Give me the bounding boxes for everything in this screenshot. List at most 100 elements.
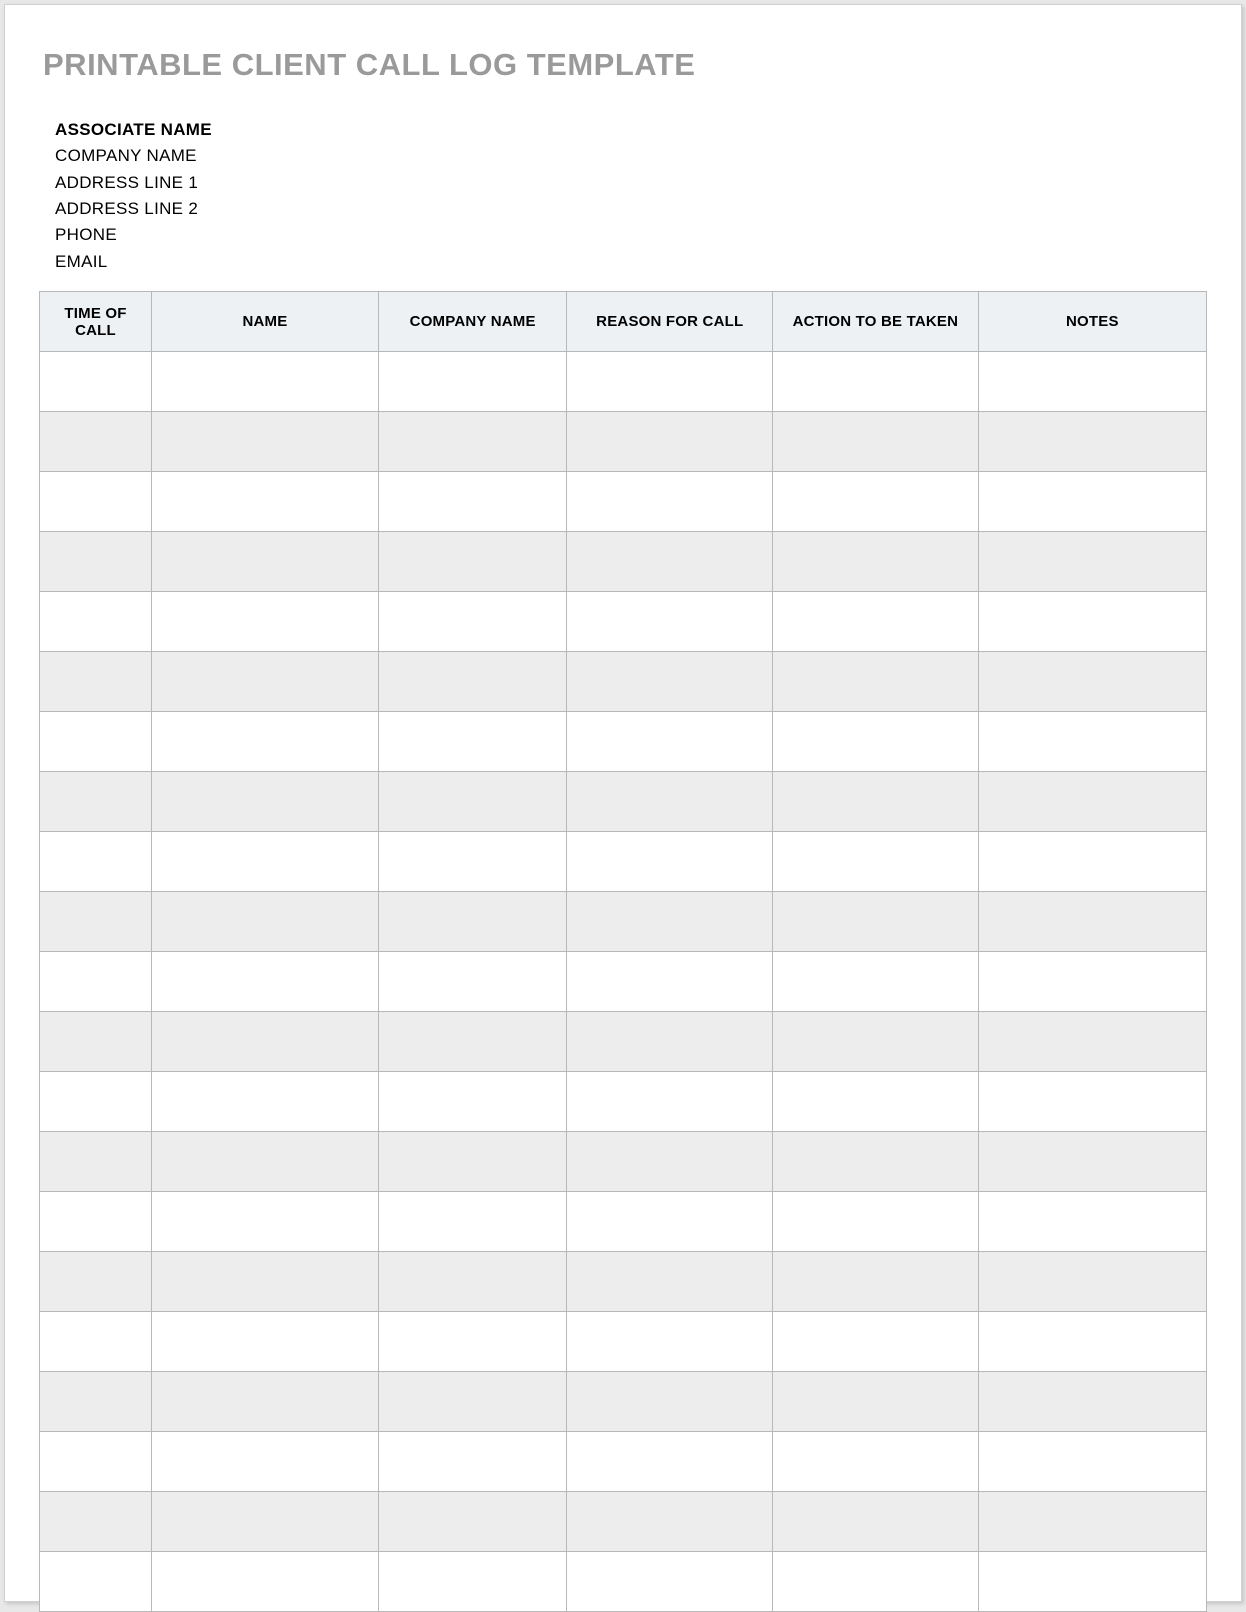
- table-row: [40, 1012, 1207, 1072]
- table-cell: [773, 1252, 979, 1312]
- table-cell: [152, 1552, 379, 1612]
- table-row: [40, 592, 1207, 652]
- table-header-row: TIME OF CALL NAME COMPANY NAME REASON FO…: [40, 292, 1207, 352]
- table-cell: [40, 1492, 152, 1552]
- table-cell: [152, 772, 379, 832]
- table-cell: [978, 1372, 1206, 1432]
- table-cell: [40, 892, 152, 952]
- table-row: [40, 1432, 1207, 1492]
- table-cell: [567, 1552, 773, 1612]
- table-cell: [567, 952, 773, 1012]
- table-cell: [152, 892, 379, 952]
- table-cell: [978, 1072, 1206, 1132]
- table-row: [40, 1132, 1207, 1192]
- phone-label: PHONE: [55, 222, 1207, 248]
- info-block: ASSOCIATE NAME COMPANY NAME ADDRESS LINE…: [55, 117, 1207, 275]
- table-cell: [773, 1312, 979, 1372]
- table-cell: [773, 892, 979, 952]
- table-row: [40, 1072, 1207, 1132]
- table-cell: [773, 472, 979, 532]
- table-cell: [567, 472, 773, 532]
- table-cell: [40, 532, 152, 592]
- table-row: [40, 1252, 1207, 1312]
- table-cell: [567, 1132, 773, 1192]
- table-cell: [378, 772, 567, 832]
- table-cell: [978, 1552, 1206, 1612]
- table-cell: [378, 1552, 567, 1612]
- table-cell: [978, 832, 1206, 892]
- table-row: [40, 1192, 1207, 1252]
- table-cell: [378, 832, 567, 892]
- table-cell: [773, 712, 979, 772]
- table-cell: [773, 1192, 979, 1252]
- table-cell: [567, 832, 773, 892]
- table-cell: [567, 652, 773, 712]
- document-page: PRINTABLE CLIENT CALL LOG TEMPLATE ASSOC…: [4, 4, 1242, 1602]
- table-cell: [773, 1372, 979, 1432]
- table-cell: [378, 532, 567, 592]
- table-cell: [978, 892, 1206, 952]
- table-cell: [152, 652, 379, 712]
- table-cell: [378, 352, 567, 412]
- table-cell: [978, 712, 1206, 772]
- table-cell: [773, 592, 979, 652]
- table-row: [40, 772, 1207, 832]
- table-cell: [567, 1072, 773, 1132]
- table-cell: [378, 892, 567, 952]
- table-cell: [40, 1012, 152, 1072]
- table-cell: [978, 1012, 1206, 1072]
- table-cell: [40, 592, 152, 652]
- table-cell: [378, 1252, 567, 1312]
- table-cell: [152, 412, 379, 472]
- table-cell: [40, 352, 152, 412]
- table-cell: [567, 1312, 773, 1372]
- associate-name-label: ASSOCIATE NAME: [55, 117, 1207, 143]
- table-row: [40, 1492, 1207, 1552]
- table-row: [40, 1372, 1207, 1432]
- table-cell: [378, 952, 567, 1012]
- address-line-1-label: ADDRESS LINE 1: [55, 170, 1207, 196]
- table-cell: [978, 472, 1206, 532]
- table-cell: [152, 472, 379, 532]
- table-cell: [152, 1012, 379, 1072]
- table-row: [40, 712, 1207, 772]
- table-cell: [978, 1132, 1206, 1192]
- call-log-table: TIME OF CALL NAME COMPANY NAME REASON FO…: [39, 291, 1207, 1612]
- table-cell: [40, 1252, 152, 1312]
- table-cell: [40, 652, 152, 712]
- table-row: [40, 412, 1207, 472]
- company-name-label: COMPANY NAME: [55, 143, 1207, 169]
- table-cell: [773, 412, 979, 472]
- col-header-company: COMPANY NAME: [378, 292, 567, 352]
- table-cell: [773, 832, 979, 892]
- table-cell: [567, 592, 773, 652]
- table-cell: [978, 1192, 1206, 1252]
- table-cell: [567, 1252, 773, 1312]
- table-cell: [378, 592, 567, 652]
- table-cell: [378, 1372, 567, 1432]
- table-cell: [152, 592, 379, 652]
- table-cell: [152, 532, 379, 592]
- table-cell: [152, 1492, 379, 1552]
- page-title: PRINTABLE CLIENT CALL LOG TEMPLATE: [43, 47, 1207, 83]
- table-cell: [567, 532, 773, 592]
- table-cell: [978, 772, 1206, 832]
- table-cell: [567, 892, 773, 952]
- table-cell: [378, 1132, 567, 1192]
- table-cell: [773, 352, 979, 412]
- table-cell: [152, 1132, 379, 1192]
- table-cell: [978, 952, 1206, 1012]
- table-cell: [40, 1132, 152, 1192]
- table-cell: [378, 1012, 567, 1072]
- table-cell: [40, 712, 152, 772]
- table-cell: [40, 772, 152, 832]
- table-cell: [40, 1312, 152, 1372]
- email-label: EMAIL: [55, 249, 1207, 275]
- table-cell: [40, 832, 152, 892]
- table-cell: [567, 1372, 773, 1432]
- table-cell: [152, 712, 379, 772]
- table-cell: [40, 472, 152, 532]
- col-header-time: TIME OF CALL: [40, 292, 152, 352]
- col-header-reason: REASON FOR CALL: [567, 292, 773, 352]
- table-cell: [567, 412, 773, 472]
